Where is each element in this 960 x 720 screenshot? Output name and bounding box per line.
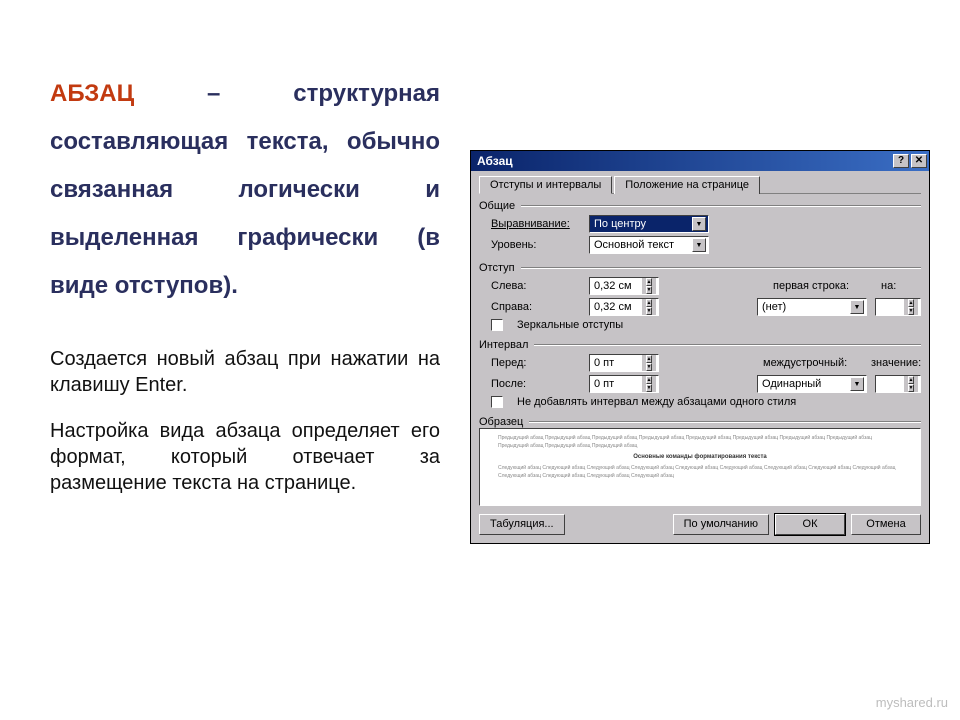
- indent-right-value: 0,32 см: [594, 301, 632, 313]
- indent-left-label: Слева:: [491, 280, 581, 292]
- linespacing-value-spin[interactable]: ▲▼: [875, 375, 921, 393]
- term: АБЗАЦ: [50, 80, 134, 107]
- firstline-combo[interactable]: (нет): [757, 298, 867, 316]
- after-value: 0 пт: [594, 378, 614, 390]
- ok-button[interactable]: ОК: [775, 514, 845, 535]
- close-button[interactable]: ✕: [911, 154, 927, 168]
- tab-indents[interactable]: Отступы и интервалы: [479, 176, 612, 194]
- tabs-button[interactable]: Табуляция...: [479, 514, 565, 535]
- group-preview-label: Образец: [479, 416, 523, 428]
- mirror-checkbox[interactable]: [491, 319, 503, 331]
- preview-heading: Основные команды форматирования текста: [498, 453, 902, 462]
- chevron-down-icon: [850, 300, 864, 314]
- indent-left-spin[interactable]: 0,32 см ▲▼: [589, 277, 659, 295]
- tab-pagination[interactable]: Положение на странице: [614, 176, 760, 194]
- paragraph-dialog: Абзац ? ✕ Отступы и интервалы Положение …: [470, 150, 930, 544]
- watermark: myshared.ru: [876, 695, 948, 710]
- linespacing-value: Одинарный: [762, 378, 821, 390]
- before-spin[interactable]: 0 пт ▲▼: [589, 354, 659, 372]
- by-label: на:: [881, 280, 921, 292]
- after-spin[interactable]: 0 пт ▲▼: [589, 375, 659, 393]
- alignment-label: Выравнивание:: [491, 218, 581, 230]
- nospace-checkbox[interactable]: [491, 396, 503, 408]
- before-label: Перед:: [491, 357, 581, 369]
- preview-next: Следующий абзац Следующий абзац Следующи…: [498, 465, 902, 480]
- mirror-label: Зеркальные отступы: [517, 319, 623, 331]
- group-general-label: Общие: [479, 200, 515, 212]
- linespacing-combo[interactable]: Одинарный: [757, 375, 867, 393]
- preview-prev: Предыдущий абзац Предыдущий абзац Предыд…: [498, 435, 902, 450]
- group-general: Общие Выравнивание: По центру Уровень:: [479, 200, 921, 254]
- group-indent: Отступ Слева: 0,32 см ▲▼ первая строка: …: [479, 262, 921, 331]
- cancel-button[interactable]: Отмена: [851, 514, 921, 535]
- linespacing-label: междустрочный:: [763, 357, 863, 369]
- chevron-down-icon: [692, 238, 706, 252]
- alignment-combo[interactable]: По центру: [589, 215, 709, 233]
- outline-value: Основной текст: [594, 239, 674, 251]
- dialog-buttons: Табуляция... По умолчанию ОК Отмена: [479, 514, 921, 535]
- definition-rest: – структурная составляющая текста, обычн…: [50, 80, 440, 299]
- outline-combo[interactable]: Основной текст: [589, 236, 709, 254]
- firstline-label: первая строка:: [773, 280, 873, 292]
- group-spacing: Интервал Перед: 0 пт ▲▼ междустрочный: з…: [479, 339, 921, 408]
- firstline-value: (нет): [762, 301, 786, 313]
- outline-label: Уровень:: [491, 239, 581, 251]
- after-label: После:: [491, 378, 581, 390]
- chevron-down-icon: [692, 217, 706, 231]
- tab-strip: Отступы и интервалы Положение на страниц…: [479, 175, 921, 194]
- indent-left-value: 0,32 см: [594, 280, 632, 292]
- before-value: 0 пт: [594, 357, 614, 369]
- alignment-value: По центру: [594, 218, 646, 230]
- default-button[interactable]: По умолчанию: [673, 514, 769, 535]
- chevron-down-icon: [850, 377, 864, 391]
- firstline-by-spin[interactable]: ▲▼: [875, 298, 921, 316]
- group-indent-label: Отступ: [479, 262, 515, 274]
- preview-box: Предыдущий абзац Предыдущий абзац Предыд…: [479, 428, 921, 506]
- paragraph-1: Создается новый абзац при нажатии на кла…: [50, 346, 440, 398]
- group-spacing-label: Интервал: [479, 339, 528, 351]
- definition-text: АБЗАЦ – структурная составляющая текста,…: [50, 70, 440, 310]
- indent-right-spin[interactable]: 0,32 см ▲▼: [589, 298, 659, 316]
- help-button[interactable]: ?: [893, 154, 909, 168]
- dialog-titlebar[interactable]: Абзац ? ✕: [471, 151, 929, 171]
- group-preview: Образец Предыдущий абзац Предыдущий абза…: [479, 416, 921, 506]
- nospace-label: Не добавлять интервал между абзацами одн…: [517, 396, 796, 408]
- dialog-title: Абзац: [477, 154, 891, 168]
- paragraph-2: Настройка вида абзаца определяет его фор…: [50, 418, 440, 496]
- indent-right-label: Справа:: [491, 301, 581, 313]
- value-label: значение:: [871, 357, 921, 369]
